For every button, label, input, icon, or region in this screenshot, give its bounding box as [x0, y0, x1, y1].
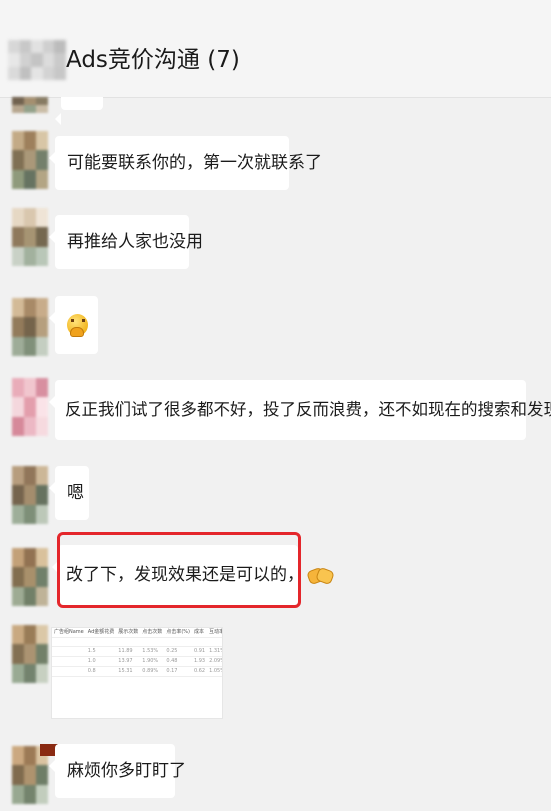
avatar[interactable]: [12, 548, 48, 606]
image-table-cell: [52, 646, 86, 657]
image-table-cell: 0.8: [85, 666, 117, 677]
message-text: 再推给人家也没用: [67, 232, 203, 252]
image-table-cell: 0.25: [164, 646, 192, 657]
image-table-cell: 1.53%: [140, 646, 165, 657]
message-text: 麻烦你多盯盯了: [67, 761, 186, 781]
avatar[interactable]: [12, 208, 48, 266]
image-table-cell: 1.0: [85, 656, 117, 667]
avatar[interactable]: [12, 97, 48, 113]
image-table-cell: 0.89%: [140, 666, 165, 677]
message-bubble[interactable]: 麻烦你多盯盯了: [49, 744, 186, 798]
image-message[interactable]: 广告组Name Ad金额花费 展示次数 点击次数 点击率(%) 成本 互动率 1…: [51, 627, 223, 719]
image-table-cell: 1.05%: [207, 666, 222, 677]
avatar[interactable]: [12, 131, 48, 189]
image-table-cell: 0.62: [191, 666, 208, 677]
image-table-cell: 0.17: [164, 666, 192, 677]
image-table-header: 点击次数: [140, 628, 165, 638]
image-table-cell: [52, 656, 86, 667]
image-table-cell: 0.48: [164, 656, 192, 667]
image-table-header: 广告组Name: [52, 628, 86, 638]
smirk-face-icon: [67, 314, 88, 337]
message-bubble[interactable]: 再推给人家也没用: [49, 215, 203, 269]
message-bubble[interactable]: 可能要联系你的，第一次就联系了: [49, 136, 322, 190]
chat-title: Ads竞价沟通 (7): [66, 47, 240, 73]
red-highlight-box: [57, 532, 301, 608]
avatar[interactable]: [12, 378, 48, 436]
message-bubble[interactable]: [49, 296, 98, 354]
image-table-cell: 0.91: [191, 646, 208, 657]
image-table-cell: 13.97: [116, 656, 141, 667]
image-table-header: 成本: [191, 628, 208, 638]
partial-message-bubble[interactable]: [55, 97, 103, 125]
image-table-cell: 1.93: [191, 656, 208, 667]
avatar[interactable]: [12, 298, 48, 356]
image-table-cell: 15.31: [116, 666, 141, 677]
message-text: 嗯: [67, 483, 84, 503]
image-table-header: 展示次数: [116, 628, 141, 638]
image-table-cell: 1.90%: [140, 656, 165, 667]
message-text: 可能要联系你的，第一次就联系了: [67, 153, 322, 173]
message-bubble[interactable]: 反正我们试了很多都不好，投了反而浪费，还不如现在的搜索和发现: [49, 380, 551, 440]
message-text: 反正我们试了很多都不好，投了反而浪费，还不如现在的搜索和发现: [65, 400, 551, 419]
group-avatar[interactable]: [8, 40, 66, 80]
image-table-cell: 2.09%: [207, 656, 222, 667]
avatar[interactable]: [12, 466, 48, 524]
image-table-header: Ad金额花费: [85, 628, 117, 638]
avatar[interactable]: [12, 625, 48, 683]
image-table-header: 点击率(%): [164, 628, 192, 638]
image-table-cell: 1.5: [85, 646, 117, 657]
image-table-header: 互动率: [207, 628, 222, 638]
image-table-cell: 1.31%: [207, 646, 222, 657]
image-table-cell: 11.89: [116, 646, 141, 657]
image-table-cell: [52, 666, 86, 677]
chat-header: Ads竞价沟通 (7): [0, 0, 551, 98]
image-table: 广告组Name Ad金额花费 展示次数 点击次数 点击率(%) 成本 互动率 1…: [52, 628, 222, 677]
message-bubble[interactable]: 嗯: [49, 466, 89, 520]
